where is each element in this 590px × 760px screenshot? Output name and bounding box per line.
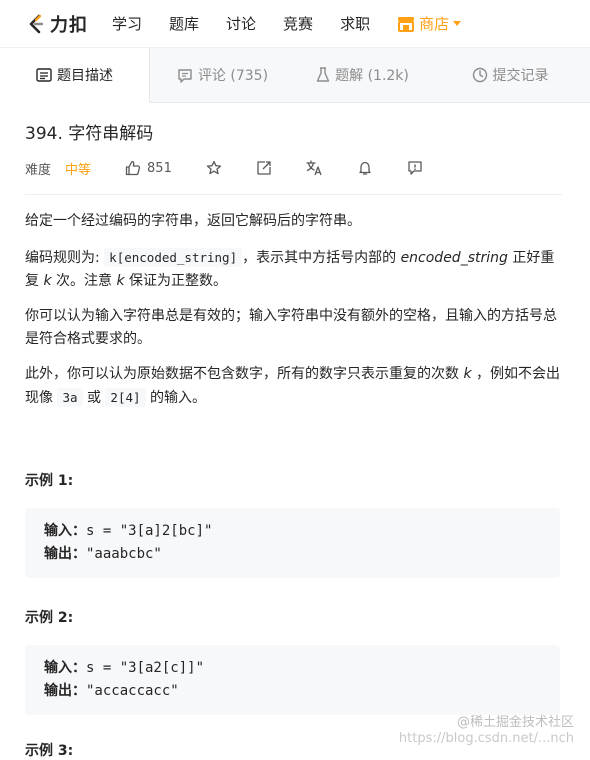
input-value: s = "3[a2[c]]" — [86, 660, 205, 676]
tab-description[interactable]: 题目描述 — [0, 48, 150, 103]
description-paragraph: 编码规则为: k[encoded_string] ，表示其中方括号内部的 enco… — [25, 246, 562, 293]
store-icon — [398, 16, 415, 32]
nav-item-jobs[interactable]: 求职 — [340, 13, 370, 34]
feedback-button[interactable] — [407, 160, 423, 176]
thumbs-up-icon — [125, 160, 141, 176]
nav-item-learn[interactable]: 学习 — [112, 13, 142, 34]
example-code-block: 输入：s = "3[a]2[bc]" 输出："aaabcbc" — [25, 508, 560, 578]
tab-submissions-label: 提交记录 — [492, 68, 549, 84]
nav-item-store[interactable]: 商店 — [397, 13, 462, 34]
clock-icon — [472, 67, 487, 83]
store-label: 商店 — [419, 15, 450, 33]
bell-icon — [359, 161, 371, 175]
input-label: 输入： — [44, 660, 86, 676]
tab-solutions-label: 题解 (1.2k) — [335, 68, 409, 84]
output-label: 输出： — [44, 683, 86, 699]
text-span: ，表示其中方括号内部的 — [242, 250, 401, 266]
problem-title: 394. 字符串解码 — [25, 124, 154, 144]
watermark-line: @稀土掘金技术社区 — [456, 715, 574, 730]
variable-text: encoded_string — [400, 250, 508, 266]
inline-code: k[encoded_string] — [104, 248, 243, 267]
nav-item-contest[interactable]: 竞赛 — [283, 13, 313, 34]
tab-comments-label: 评论 (735) — [197, 68, 269, 84]
text-span: 保证为正整数。 — [124, 273, 228, 289]
input-value: s = "3[a]2[bc]" — [86, 523, 213, 539]
logo[interactable]: 力扣 — [26, 11, 88, 37]
example-output-line: 输出："accaccacc" — [44, 680, 541, 703]
problem-content: 394. 字符串解码 难度 中等 851 给定一个经过编码的字符串，返回它解码后… — [0, 123, 590, 760]
tab-comments[interactable]: 评论 (735) — [150, 48, 295, 102]
share-button[interactable] — [256, 160, 272, 176]
feedback-icon — [408, 161, 422, 175]
variable-text: k — [43, 273, 52, 289]
variable-text: k — [116, 273, 125, 289]
nav-item-problemset[interactable]: 题库 — [169, 13, 199, 34]
description-icon — [36, 68, 52, 82]
example-title: 示例 2: — [25, 610, 74, 626]
output-label: 输出： — [44, 546, 86, 562]
like-count: 851 — [147, 160, 172, 176]
text-span: 此外，你可以认为原始数据不包含数字，所有的数字只表示重复的次数 — [25, 366, 464, 382]
inline-code: 3a — [57, 388, 83, 407]
description-paragraph: 给定一个经过编码的字符串，返回它解码后的字符串。 — [25, 213, 361, 229]
top-navbar: 力扣 学习 题库 讨论 竞赛 求职 商店 — [0, 0, 590, 48]
translate-button[interactable] — [306, 160, 323, 176]
output-value: "accaccacc" — [86, 683, 179, 699]
logo-text: 力扣 — [50, 14, 88, 36]
watermark: @稀土掘金技术社区 https://blog.csdn.net/...nch — [399, 715, 574, 747]
variable-text: k — [463, 366, 472, 382]
output-value: "aaabcbc" — [86, 546, 162, 562]
tab-solutions[interactable]: 题解 (1.2k) — [295, 48, 430, 102]
watermark-line: https://blog.csdn.net/...nch — [398, 731, 574, 746]
description-paragraph: 你可以认为输入字符串总是有效的；输入字符串中没有额外的空格，且输入的方括号总是符… — [25, 308, 557, 347]
comment-icon — [178, 68, 192, 83]
star-icon — [206, 160, 222, 175]
problem-tabs: 题目描述 评论 (735) 题解 (1.2k) 提交记录 — [0, 48, 590, 103]
tab-description-label: 题目描述 — [57, 68, 113, 84]
flask-icon — [316, 67, 330, 82]
favorite-button[interactable] — [206, 160, 222, 176]
leetcode-logo-icon — [29, 14, 44, 33]
description-paragraph: 此外，你可以认为原始数据不包含数字，所有的数字只表示重复的次数 k ，例如不会出… — [25, 363, 562, 410]
example-input-line: 输入：s = "3[a2[c]]" — [44, 657, 541, 680]
text-span: 次。注意 — [51, 273, 117, 289]
share-icon — [257, 161, 271, 175]
like-button[interactable]: 851 — [125, 160, 172, 176]
difficulty-label: 难度 — [25, 162, 52, 178]
chevron-down-icon — [453, 21, 462, 26]
translate-icon — [306, 160, 322, 176]
difficulty-badge: 中等 — [65, 162, 92, 178]
nav-item-discuss[interactable]: 讨论 — [226, 13, 256, 34]
example-output-line: 输出："aaabcbc" — [44, 543, 541, 566]
inline-code: 2[4] — [105, 388, 146, 407]
text-span: 的输入。 — [145, 390, 206, 406]
problem-meta-bar: 难度 中等 851 — [25, 154, 562, 195]
problem-description: 给定一个经过编码的字符串，返回它解码后的字符串。 编码规则为: k[encode… — [25, 210, 562, 410]
text-span: 或 — [82, 390, 106, 406]
example-input-line: 输入：s = "3[a]2[bc]" — [44, 520, 541, 543]
tab-submissions[interactable]: 提交记录 — [430, 48, 590, 102]
notify-button[interactable] — [357, 160, 373, 176]
text-span: 编码规则为: — [25, 250, 105, 266]
example-code-block: 输入：s = "3[a2[c]]" 输出："accaccacc" — [25, 645, 560, 715]
input-label: 输入： — [44, 523, 86, 539]
example-title: 示例 1: — [25, 473, 74, 489]
